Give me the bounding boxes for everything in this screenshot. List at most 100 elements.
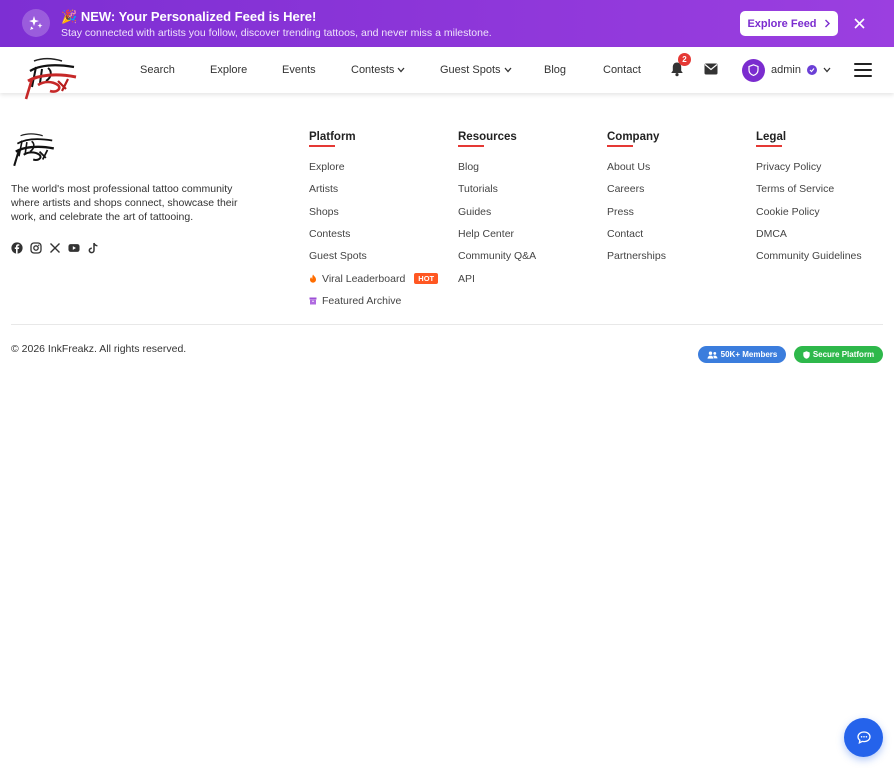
footer-link-cookie-policy[interactable]: Cookie Policy <box>756 201 862 223</box>
footer-link-partnerships[interactable]: Partnerships <box>607 245 666 267</box>
footer-link-label: Contests <box>309 228 351 241</box>
footer-link-help-center[interactable]: Help Center <box>458 223 536 245</box>
footer-column-resources: Resources Blog Tutorials Guides Help Cen… <box>458 127 536 290</box>
footer-link-terms-of-service[interactable]: Terms of Service <box>756 178 862 200</box>
footer-link-artists[interactable]: Artists <box>309 178 438 200</box>
chevron-down-icon <box>504 67 512 73</box>
hamburger-menu-icon[interactable] <box>854 63 872 77</box>
explore-feed-button[interactable]: Explore Feed <box>740 11 838 36</box>
mail-icon[interactable] <box>704 63 718 75</box>
footer-column-platform: Platform Explore Artists Shops Contests … <box>309 127 439 312</box>
nav-guest-spots[interactable]: Guest Spots <box>440 64 512 76</box>
youtube-icon[interactable] <box>68 242 80 254</box>
chevron-right-icon <box>824 19 830 28</box>
footer-link-label: Blog <box>458 161 480 174</box>
footer-link-label: Shops <box>309 205 339 218</box>
footer-link-label: Press <box>607 205 634 218</box>
inkfreakz-logo[interactable] <box>22 55 80 103</box>
nav-events[interactable]: Events <box>282 64 316 76</box>
chat-button[interactable] <box>844 718 883 757</box>
nav-contests-label: Contests <box>351 64 395 76</box>
footer-column-company: Company About Us Careers Press Contact P… <box>607 127 666 267</box>
nav-contact[interactable]: Contact <box>603 64 641 76</box>
announcement-banner: 🎉 NEW: Your Personalized Feed is Here! S… <box>0 0 894 47</box>
facebook-icon[interactable] <box>11 242 23 254</box>
footer-link-label: Privacy Policy <box>756 161 822 174</box>
footer-link-contact[interactable]: Contact <box>607 223 666 245</box>
shield-icon <box>748 64 759 76</box>
chevron-down-icon <box>397 67 405 73</box>
nav-events-label: Events <box>282 64 316 76</box>
footer-link-guest-spots[interactable]: Guest Spots <box>309 245 438 267</box>
nav-contact-label: Contact <box>603 64 641 76</box>
footer-link-label: Partnerships <box>607 250 666 263</box>
footer-link-label: Cookie Policy <box>756 205 820 218</box>
footer-logo[interactable] <box>11 131 57 169</box>
footer-link-label: Terms of Service <box>756 183 835 196</box>
footer-link-blog[interactable]: Blog <box>458 156 536 178</box>
footer-link-label: API <box>458 272 475 285</box>
nav-explore[interactable]: Explore <box>210 64 247 76</box>
avatar <box>742 58 765 82</box>
footer-link-shops[interactable]: Shops <box>309 201 438 223</box>
user-menu[interactable]: admin <box>742 58 831 82</box>
footer-link-label: Community Q&A <box>458 250 537 263</box>
chevron-down-icon <box>823 67 831 73</box>
footer-link-about-us[interactable]: About Us <box>607 156 666 178</box>
banner-title: 🎉 NEW: Your Personalized Feed is Here! <box>61 9 316 25</box>
column-title: Legal <box>756 131 787 147</box>
footer-link-label: Careers <box>607 183 645 196</box>
close-icon[interactable] <box>851 15 867 31</box>
archive-icon <box>309 297 317 305</box>
footer-link-label: Contact <box>607 228 644 241</box>
banner-subtitle: Stay connected with artists you follow, … <box>61 27 492 39</box>
members-badge-label: 50K+ Members <box>720 350 778 359</box>
footer-link-guides[interactable]: Guides <box>458 201 536 223</box>
nav-guest-spots-label: Guest Spots <box>440 64 501 76</box>
x-twitter-icon[interactable] <box>49 242 61 254</box>
footer-link-label: Guest Spots <box>309 250 367 263</box>
footer-link-dmca[interactable]: DMCA <box>756 223 862 245</box>
footer-link-community-guidelines[interactable]: Community Guidelines <box>756 245 862 267</box>
footer-link-label: DMCA <box>756 228 787 241</box>
social-links <box>11 242 99 254</box>
nav-blog[interactable]: Blog <box>544 64 566 76</box>
nav-search[interactable]: Search <box>140 64 175 76</box>
footer-link-contests[interactable]: Contests <box>309 223 438 245</box>
user-name: admin <box>771 64 801 76</box>
footer-link-privacy-policy[interactable]: Privacy Policy <box>756 156 862 178</box>
footer-link-label: Tutorials <box>458 183 498 196</box>
footer-column-legal: Legal Privacy Policy Terms of Service Co… <box>756 127 862 267</box>
verified-icon <box>806 65 817 75</box>
banner-title-text: NEW: Your Personalized Feed is Here! <box>80 9 317 24</box>
footer-link-careers[interactable]: Careers <box>607 178 666 200</box>
notification-count-badge: 2 <box>678 53 691 66</box>
nav-search-label: Search <box>140 64 175 76</box>
party-emoji: 🎉 <box>61 9 78 24</box>
footer-link-viral-leaderboard[interactable]: Viral Leaderboard HOT <box>309 267 439 289</box>
footer-link-label: About Us <box>607 161 651 174</box>
footer-about-text: The world's most professional tattoo com… <box>11 183 238 223</box>
copyright-text: © 2026 InkFreakz. All rights reserved. <box>11 343 187 355</box>
footer-link-community-qa[interactable]: Community Q&A <box>458 245 536 267</box>
chat-bubble-icon <box>856 731 871 744</box>
footer-link-label: Explore <box>309 161 345 174</box>
footer-link-press[interactable]: Press <box>607 201 666 223</box>
footer-link-featured-archive[interactable]: Featured Archive <box>309 290 438 312</box>
tiktok-icon[interactable] <box>87 242 99 254</box>
footer-link-label: Community Guidelines <box>756 250 862 263</box>
nav-blog-label: Blog <box>544 64 567 76</box>
users-icon <box>707 351 718 359</box>
footer-link-tutorials[interactable]: Tutorials <box>458 178 536 200</box>
footer-link-api[interactable]: API <box>458 267 536 289</box>
nav-explore-label: Explore <box>210 64 248 76</box>
instagram-icon[interactable] <box>30 242 42 254</box>
footer-link-explore[interactable]: Explore <box>309 156 438 178</box>
column-title: Company <box>607 131 660 147</box>
explore-feed-label: Explore Feed <box>747 17 817 30</box>
nav-contests[interactable]: Contests <box>351 64 405 76</box>
footer-link-label: Help Center <box>458 228 515 241</box>
footer-link-label: Artists <box>309 183 339 196</box>
column-title: Resources <box>458 131 517 147</box>
shield-icon <box>803 350 810 359</box>
